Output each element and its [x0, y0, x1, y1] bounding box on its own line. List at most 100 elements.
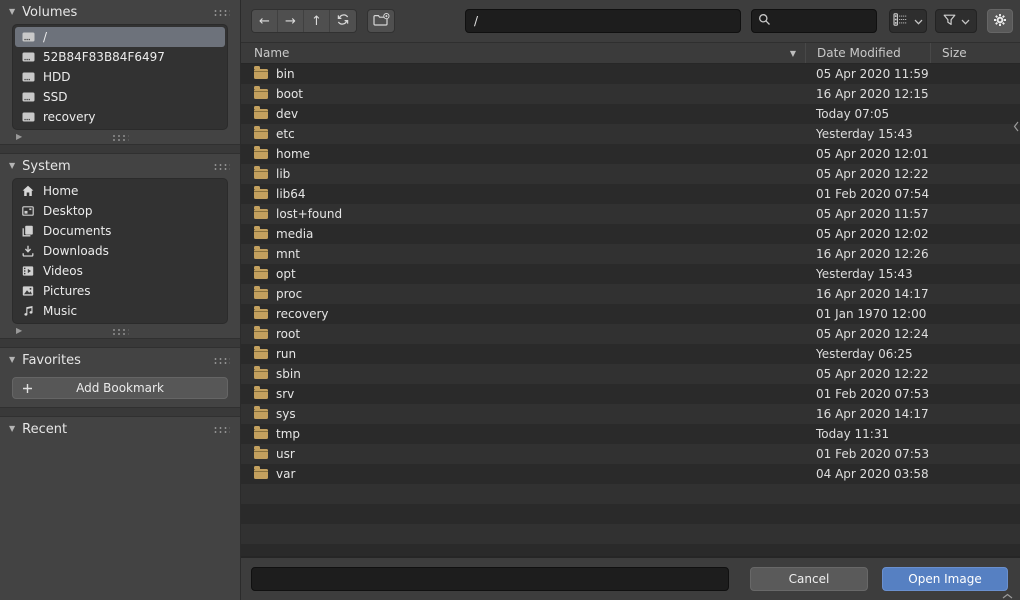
panel-separator — [0, 338, 240, 348]
panel-grip-handle[interactable] — [213, 9, 230, 16]
sidebar-item-downloads[interactable]: Downloads — [15, 241, 225, 261]
sidebar-item-52b84f83b84f6497[interactable]: 52B84F83B84F6497 — [15, 47, 225, 67]
file-row-var[interactable]: var04 Apr 2020 03:58 — [241, 464, 1020, 484]
column-header-name[interactable]: Name ▼ — [241, 43, 805, 63]
refresh-button[interactable] — [330, 10, 356, 32]
chevron-down-icon — [914, 14, 923, 28]
sidebar-item-videos[interactable]: Videos — [15, 261, 225, 281]
panel-header-favorites[interactable]: ▼ Favorites — [0, 348, 240, 372]
display-mode-dropdown[interactable] — [889, 9, 927, 33]
file-name-label: recovery — [276, 307, 329, 321]
region-expand-chevron-icon[interactable] — [1002, 593, 1013, 599]
column-header-size[interactable]: Size — [930, 43, 1020, 63]
file-row-tmp[interactable]: tmpToday 11:31 — [241, 424, 1020, 444]
panel-header-volumes[interactable]: ▼ Volumes — [0, 0, 240, 24]
sidebar-item-label: SSD — [43, 90, 67, 104]
file-row-boot[interactable]: boot16 Apr 2020 12:15 — [241, 84, 1020, 104]
settings-button[interactable] — [987, 9, 1013, 33]
file-row-lib[interactable]: lib05 Apr 2020 12:22 — [241, 164, 1020, 184]
file-date-cell: 16 Apr 2020 14:17 — [805, 407, 930, 421]
collapse-triangle-icon: ▼ — [9, 162, 15, 170]
panel-header-system[interactable]: ▼ System — [0, 154, 240, 178]
list-resize-handle[interactable] — [112, 328, 129, 335]
sidebar-item-desktop[interactable]: Desktop — [15, 201, 225, 221]
sidebar-item-root[interactable]: / — [15, 27, 225, 47]
file-row-bin[interactable]: bin05 Apr 2020 11:59 — [241, 64, 1020, 84]
file-row-lib64[interactable]: lib6401 Feb 2020 07:54 — [241, 184, 1020, 204]
sidebar-item-pictures[interactable]: Pictures — [15, 281, 225, 301]
path-input[interactable] — [465, 9, 741, 33]
file-date-cell: 01 Jan 1970 12:00 — [805, 307, 930, 321]
list-resize-handle[interactable] — [112, 134, 129, 141]
sidebar-item-hdd[interactable]: HDD — [15, 67, 225, 87]
file-date-cell: 05 Apr 2020 12:02 — [805, 227, 930, 241]
forward-button[interactable]: → — [278, 10, 304, 32]
file-name-label: sys — [276, 407, 296, 421]
sidebar-toggle-chevron-icon[interactable] — [1013, 121, 1019, 132]
file-list-header: Name ▼ Date Modified Size — [241, 42, 1020, 64]
panel-title: Recent — [22, 422, 206, 437]
drive-icon — [21, 31, 35, 43]
plus-icon — [22, 383, 33, 397]
file-row-srv[interactable]: srv01 Feb 2020 07:53 — [241, 384, 1020, 404]
chevron-down-icon — [961, 14, 970, 28]
file-name-label: srv — [276, 387, 294, 401]
file-row-sbin[interactable]: sbin05 Apr 2020 12:22 — [241, 364, 1020, 384]
file-row-media[interactable]: media 05 Apr 2020 12:02 — [241, 224, 1020, 244]
file-name-cell: etc — [241, 127, 805, 141]
gear-icon — [993, 13, 1007, 30]
sidebar-item-label: Documents — [43, 224, 111, 238]
file-row-recovery[interactable]: recovery 01 Jan 1970 12:00 — [241, 304, 1020, 324]
add-bookmark-button[interactable]: Add Bookmark — [12, 377, 228, 399]
file-name-label: media — [276, 227, 313, 241]
file-row-dev[interactable]: devToday 07:05 — [241, 104, 1020, 124]
file-row-home[interactable]: home05 Apr 2020 12:01 — [241, 144, 1020, 164]
file-row-proc[interactable]: proc16 Apr 2020 14:17 — [241, 284, 1020, 304]
file-row-opt[interactable]: optYesterday 15:43 — [241, 264, 1020, 284]
file-name-cell: boot — [241, 87, 805, 101]
filter-dropdown[interactable] — [935, 9, 977, 33]
panel-grip-handle[interactable] — [213, 163, 230, 170]
file-list: bin05 Apr 2020 11:59boot16 Apr 2020 12:1… — [241, 64, 1020, 556]
search-box[interactable] — [751, 9, 877, 33]
create-directory-button[interactable] — [367, 9, 395, 33]
sidebar-item-documents[interactable]: Documents — [15, 221, 225, 241]
file-name-cell: srv — [241, 387, 805, 401]
sidebar-item-recovery[interactable]: recovery — [15, 107, 225, 127]
file-row-etc[interactable]: etcYesterday 15:43 — [241, 124, 1020, 144]
parent-directory-button[interactable]: ↑ — [304, 10, 330, 32]
documents-icon — [21, 225, 35, 237]
file-row-run[interactable]: runYesterday 06:25 — [241, 344, 1020, 364]
folder-icon — [254, 389, 268, 399]
file-name-label: sbin — [276, 367, 301, 381]
column-header-date-modified[interactable]: Date Modified — [805, 43, 930, 63]
panel-grip-handle[interactable] — [213, 426, 230, 433]
file-row-mnt[interactable]: mnt16 Apr 2020 12:26 — [241, 244, 1020, 264]
file-row-sys[interactable]: sys 16 Apr 2020 14:17 — [241, 404, 1020, 424]
sidebar-item-music[interactable]: Music — [15, 301, 225, 321]
videos-icon — [21, 265, 35, 277]
sidebar-item-ssd[interactable]: SSD — [15, 87, 225, 107]
back-button[interactable]: ← — [252, 10, 278, 32]
file-name-cell: usr — [241, 447, 805, 461]
panel-grip-handle[interactable] — [213, 357, 230, 364]
sidebar-item-home[interactable]: Home — [15, 181, 225, 201]
sidebar-item-label: Home — [43, 184, 78, 198]
open-image-button[interactable]: Open Image — [882, 567, 1008, 591]
cancel-button[interactable]: Cancel — [750, 567, 868, 591]
search-input[interactable] — [776, 14, 870, 28]
panel-header-recent[interactable]: ▼ Recent — [0, 417, 240, 441]
downloads-icon — [21, 245, 35, 257]
expand-triangle-icon[interactable]: ▶ — [16, 327, 22, 335]
expand-triangle-icon[interactable]: ▶ — [16, 133, 22, 141]
file-row-usr[interactable]: usr01 Feb 2020 07:53 — [241, 444, 1020, 464]
file-name-cell: tmp — [241, 427, 805, 441]
file-row-root[interactable]: root05 Apr 2020 12:24 — [241, 324, 1020, 344]
filename-input[interactable] — [251, 567, 729, 591]
file-row-lost-found[interactable]: lost+found05 Apr 2020 11:57 — [241, 204, 1020, 224]
navigation-button-group: ← → ↑ — [251, 9, 357, 33]
file-name-label: lib — [276, 167, 290, 181]
panel-title: System — [22, 159, 206, 174]
drive-icon — [21, 51, 35, 63]
file-date-cell: Yesterday 15:43 — [805, 267, 930, 281]
